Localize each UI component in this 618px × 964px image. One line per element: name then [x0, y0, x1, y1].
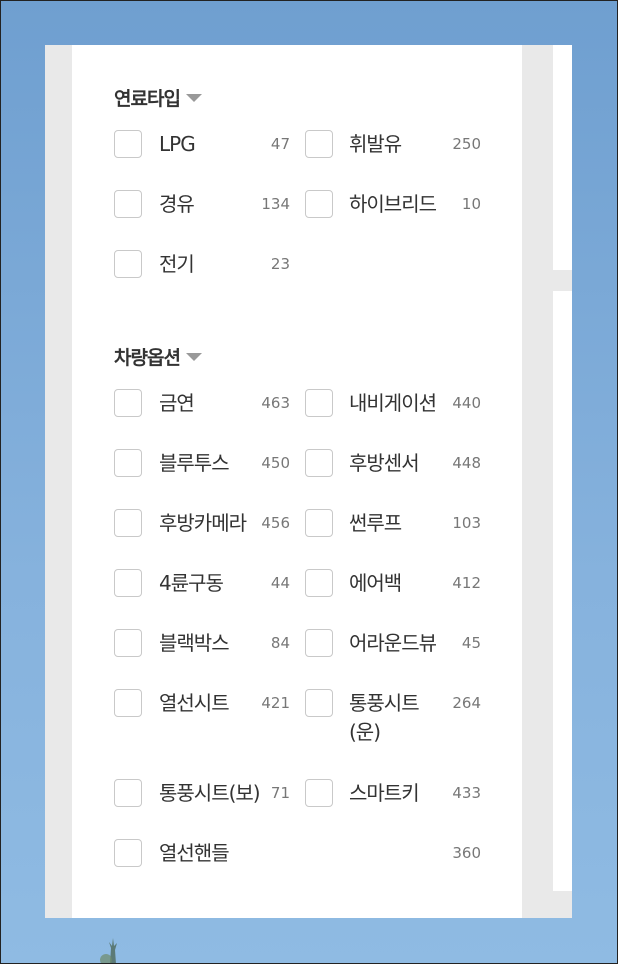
option-count: 440: [452, 394, 481, 412]
option-label: 내비게이션: [349, 391, 437, 415]
option-label: 4륜구동: [159, 571, 224, 595]
option-count: 103: [452, 514, 481, 532]
checkbox-icon[interactable]: [114, 509, 142, 537]
checkbox-icon[interactable]: [114, 689, 142, 717]
caret-down-icon: [185, 352, 202, 361]
option-label: 스마트키: [349, 781, 420, 805]
option-label: 열선핸들: [159, 841, 230, 865]
checkbox-icon[interactable]: [114, 190, 142, 218]
option-count: 433: [452, 784, 481, 802]
option-label: 휘발유: [349, 132, 402, 156]
option-count: 134: [261, 195, 290, 213]
option-count: 10: [461, 195, 481, 213]
option-count: 450: [261, 454, 290, 472]
checkbox-icon[interactable]: [114, 130, 142, 158]
option-label: 에어백: [349, 571, 402, 595]
section-title-vehicle-options[interactable]: 차량옵션: [114, 343, 202, 370]
option-count: 23: [270, 255, 290, 273]
checkbox-icon[interactable]: [114, 389, 142, 417]
option-count: 448: [452, 454, 481, 472]
option-label-line2: (운): [349, 720, 381, 744]
adjacent-panel-bottom: [553, 291, 572, 891]
checkbox-icon[interactable]: [305, 779, 333, 807]
checkbox-icon[interactable]: [305, 190, 333, 218]
option-label: 경유: [159, 192, 195, 216]
option-count: 264: [452, 694, 481, 712]
section-title-text: 연료타입: [114, 88, 181, 110]
option-label: 어라운드뷰: [349, 631, 437, 655]
section-title-fuel-type[interactable]: 연료타입: [114, 84, 202, 111]
checkbox-icon[interactable]: [114, 629, 142, 657]
adjacent-panel-top: [553, 45, 572, 270]
option-label: 통풍시트: [349, 691, 420, 715]
checkbox-icon[interactable]: [114, 569, 142, 597]
checkbox-icon[interactable]: [305, 569, 333, 597]
section-title-text: 차량옵션: [114, 347, 181, 369]
checkbox-icon[interactable]: [114, 250, 142, 278]
checkbox-icon[interactable]: [114, 449, 142, 477]
option-count: 71: [270, 784, 290, 802]
option-count: 44: [270, 574, 290, 592]
option-label: 전기: [159, 252, 195, 276]
option-label: 열선시트: [159, 691, 230, 715]
option-label: 후방카메라: [159, 511, 247, 535]
option-count: 47: [270, 135, 290, 153]
checkbox-icon[interactable]: [114, 779, 142, 807]
option-label: 블루투스: [159, 451, 230, 475]
caret-down-icon: [185, 93, 202, 102]
checkbox-icon[interactable]: [305, 629, 333, 657]
checkbox-icon[interactable]: [305, 130, 333, 158]
option-label: 썬루프: [349, 511, 402, 535]
option-count: 360: [452, 844, 481, 862]
option-label: LPG: [159, 132, 196, 156]
option-count: 463: [261, 394, 290, 412]
checkbox-icon[interactable]: [114, 839, 142, 867]
checkbox-icon[interactable]: [305, 509, 333, 537]
option-count: 45: [461, 634, 481, 652]
background-plant-decoration: [100, 938, 117, 964]
checkbox-icon[interactable]: [305, 449, 333, 477]
option-count: 421: [261, 694, 290, 712]
option-count: 84: [270, 634, 290, 652]
option-count: 412: [452, 574, 481, 592]
option-count: 456: [261, 514, 290, 532]
option-label: 블랙박스: [159, 631, 230, 655]
checkbox-icon[interactable]: [305, 389, 333, 417]
option-label: 하이브리드: [349, 192, 437, 216]
option-label: 후방센서: [349, 451, 420, 475]
option-count: 250: [452, 135, 481, 153]
option-label: 금연: [159, 391, 195, 415]
checkbox-icon[interactable]: [305, 689, 333, 717]
